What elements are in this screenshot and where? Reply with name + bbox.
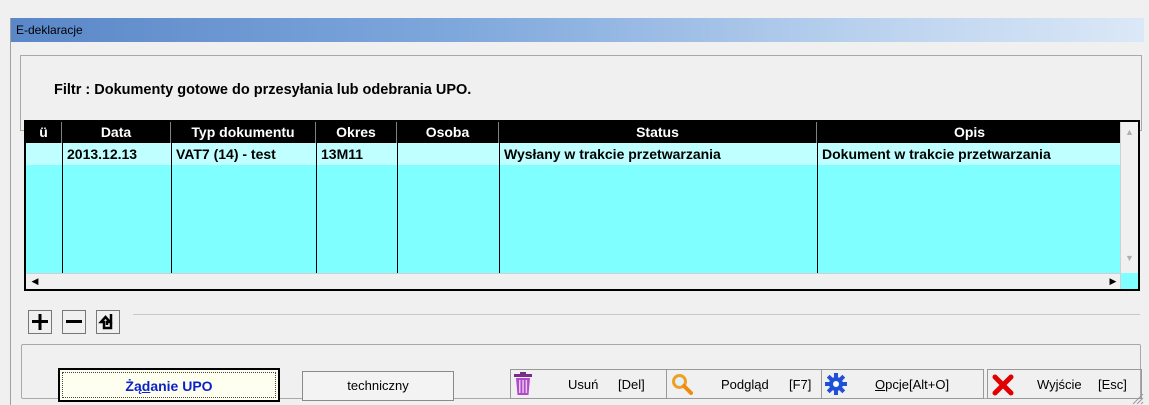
techniczny-button[interactable]: techniczny xyxy=(302,371,454,401)
scroll-left-icon[interactable]: ◀ xyxy=(27,274,43,289)
resize-grip-icon[interactable] xyxy=(1130,391,1144,405)
scrollbar-corner xyxy=(1120,273,1138,289)
column-header-okres[interactable]: Okres xyxy=(316,122,397,143)
col-divider xyxy=(171,143,172,277)
scroll-up-icon[interactable]: ▲ xyxy=(1121,124,1138,141)
col-divider xyxy=(499,143,500,277)
remove-record-button[interactable] xyxy=(62,310,86,334)
column-header-typ[interactable]: Typ dokumentu xyxy=(171,122,316,143)
filter-text: Filtr : Dokumenty gotowe do przesyłania … xyxy=(54,82,472,98)
options-label-post: pcje[Alt+O] xyxy=(885,377,950,392)
vertical-scrollbar[interactable]: ▲ ▼ xyxy=(1120,122,1138,273)
horizontal-scrollbar[interactable]: ◀ ▶ xyxy=(26,273,1122,289)
documents-grid[interactable]: 2013.12.13 VAT7 (14) - test 13M11 Wysłan… xyxy=(24,120,1140,291)
col-divider xyxy=(62,143,63,277)
grid-body[interactable]: 2013.12.13 VAT7 (14) - test 13M11 Wysłan… xyxy=(26,143,1122,277)
post-record-button[interactable] xyxy=(96,310,120,334)
cell-okres: 13M11 xyxy=(321,146,364,162)
column-header-opis[interactable]: Opis xyxy=(817,122,1122,143)
exit-label: Wyjście xyxy=(1037,377,1082,392)
action-button-panel: Żądanie UPO techniczny Usuń [Del] Podglą… xyxy=(21,344,1142,402)
record-navigator xyxy=(24,294,142,342)
trash-icon xyxy=(514,372,532,395)
upo-label-pre: Żą xyxy=(125,378,142,394)
options-button[interactable]: Opcje[Alt+O] xyxy=(821,369,984,399)
delete-button[interactable]: Usuń [Del] xyxy=(510,369,667,399)
options-accel: O xyxy=(875,377,886,392)
column-header-check[interactable]: ü xyxy=(26,122,62,143)
col-divider xyxy=(397,143,398,277)
delete-label: Usuń xyxy=(568,377,599,392)
close-x-icon xyxy=(992,374,1014,396)
plus-icon xyxy=(32,314,48,330)
preview-label: Podgląd xyxy=(721,377,769,392)
table-row[interactable]: 2013.12.13 VAT7 (14) - test 13M11 Wysłan… xyxy=(26,143,1122,165)
zadanie-upo-button[interactable]: Żądanie UPO xyxy=(58,368,280,402)
scroll-down-icon[interactable]: ▼ xyxy=(1121,250,1138,267)
window-title: E-deklaracje xyxy=(11,18,1144,42)
column-header-osoba[interactable]: Osoba xyxy=(397,122,499,143)
column-header-status[interactable]: Status xyxy=(499,122,817,143)
grid-header: ü Data Typ dokumentu Okres Osoba Status … xyxy=(26,122,1122,143)
cell-opis: Dokument w trakcie przetwarzania xyxy=(822,146,1051,162)
add-record-button[interactable] xyxy=(28,310,52,334)
step-arrow-icon xyxy=(98,314,113,330)
options-label: Opcje[Alt+O] xyxy=(875,377,949,392)
scroll-right-icon[interactable]: ▶ xyxy=(1105,274,1121,289)
e-deklaracje-window: E-deklaracje Filtr : Dokumenty gotowe do… xyxy=(10,18,1144,405)
cell-data: 2013.12.13 xyxy=(67,146,138,162)
preview-button[interactable]: Podgląd [F7] xyxy=(666,369,822,399)
col-divider xyxy=(316,143,317,277)
cell-typ: VAT7 (14) - test xyxy=(176,146,276,162)
col-divider xyxy=(817,143,818,277)
delete-shortcut: [Del] xyxy=(618,377,645,392)
magnifier-icon xyxy=(672,374,693,395)
gear-icon xyxy=(825,373,847,395)
exit-button[interactable]: Wyjście [Esc] xyxy=(987,369,1142,399)
separator xyxy=(133,314,1140,315)
cell-status: Wysłany w trakcie przetwarzania xyxy=(504,146,721,162)
preview-shortcut: [F7] xyxy=(789,377,812,392)
upo-label-post: anie UPO xyxy=(150,378,213,394)
cell-osoba xyxy=(398,143,498,165)
exit-shortcut: [Esc] xyxy=(1098,377,1127,392)
column-header-data[interactable]: Data xyxy=(62,122,171,143)
minus-icon xyxy=(66,320,82,323)
